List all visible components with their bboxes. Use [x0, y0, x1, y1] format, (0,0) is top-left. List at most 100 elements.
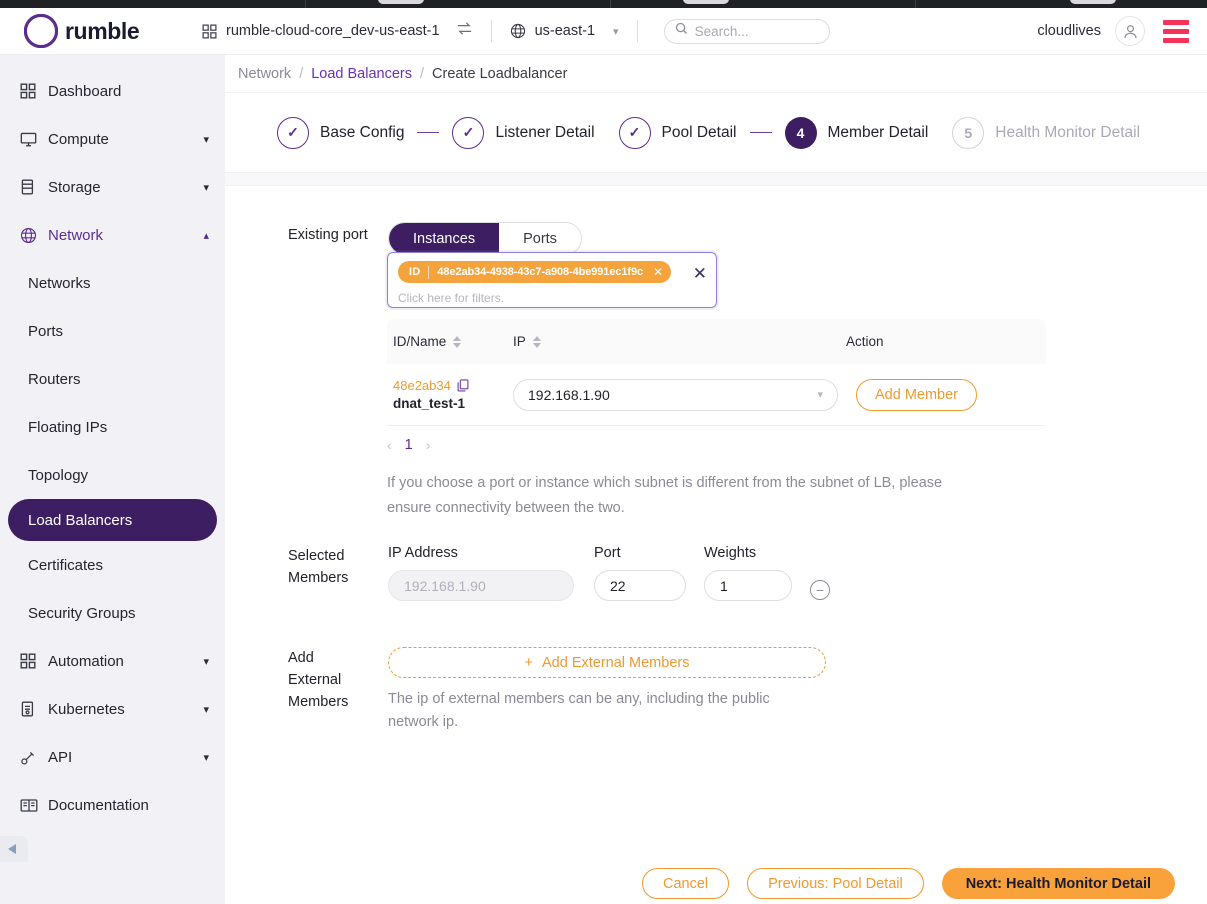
page-number-1[interactable]: 1: [405, 437, 413, 453]
sidebar-item-ports[interactable]: Ports: [0, 307, 225, 355]
chip-close-icon[interactable]: ✕: [653, 265, 663, 279]
step-label: Pool Detail: [661, 123, 737, 141]
sidebar-item-load-balancers[interactable]: Load Balancers: [8, 499, 217, 541]
browser-tab-strip: [0, 0, 1207, 8]
sidebar-item-dashboard[interactable]: Dashboard: [0, 67, 225, 115]
clear-filters-icon[interactable]: ✕: [693, 265, 707, 282]
step-status-icon: ✓: [618, 116, 651, 149]
chevron-up-icon: ▴: [203, 229, 209, 242]
sidebar-item-topology[interactable]: Topology: [0, 451, 225, 499]
subnet-hint-text: If you choose a port or instance which s…: [387, 475, 943, 516]
sidebar-item-network[interactable]: Network ▴: [0, 211, 225, 259]
region-name: us-east-1: [534, 23, 596, 39]
sidebar-collapse-handle[interactable]: [0, 836, 28, 862]
step-health-monitor-detail[interactable]: 5 Health Monitor Detail: [952, 116, 1140, 149]
hamburger-menu-icon[interactable]: [1163, 19, 1189, 43]
port-field[interactable]: [594, 570, 686, 601]
brand-logo[interactable]: rumble: [23, 13, 176, 49]
step-pool-detail[interactable]: ✓ Pool Detail: [618, 116, 737, 149]
breadcrumb: Network / Load Balancers / Create Loadba…: [225, 55, 1207, 93]
chevron-down-icon: ▾: [203, 655, 209, 668]
tab-ports[interactable]: Ports: [499, 223, 581, 254]
step-base-config[interactable]: ✓ Base Config: [277, 116, 405, 149]
sidebar-item-storage[interactable]: Storage ▾: [0, 163, 225, 211]
divider: [490, 20, 492, 42]
chevron-left-icon[interactable]: ‹: [387, 437, 392, 453]
sidebar-item-label: Ports: [28, 322, 64, 340]
column-header-id-name[interactable]: ID/Name: [387, 334, 513, 349]
filter-input-box[interactable]: ID 48e2ab34-4938-43c7-a908-4be991ec1f9c …: [387, 252, 717, 308]
step-member-detail[interactable]: 4 Member Detail: [784, 116, 928, 149]
copy-icon[interactable]: [457, 379, 469, 392]
sidebar-item-networks[interactable]: Networks: [0, 259, 225, 307]
instances-table: ID/Name IP Action 48e2ab34 dnat_test-1 1…: [387, 319, 1046, 426]
sidebar-item-compute[interactable]: Compute ▾: [0, 115, 225, 163]
sidebar-item-certificates[interactable]: Certificates: [0, 541, 225, 589]
search-input[interactable]: Search...: [663, 18, 830, 44]
tab-instances[interactable]: Instances: [389, 223, 500, 254]
previous-step-button[interactable]: Previous: Pool Detail: [747, 868, 924, 899]
selected-members-label: Selected Members: [288, 545, 388, 601]
breadcrumb-root[interactable]: Network: [238, 66, 291, 82]
weights-label: Weights: [704, 545, 757, 561]
region-selector[interactable]: us-east-1 ▾: [510, 23, 619, 39]
brand-name: rumble: [65, 17, 140, 44]
storage-icon: [20, 179, 48, 195]
chevron-right-icon[interactable]: ›: [426, 437, 431, 453]
step-listener-detail[interactable]: ✓ Listener Detail: [452, 116, 595, 149]
sort-toggle-icon[interactable]: [453, 335, 462, 348]
add-external-members-button[interactable]: + Add External Members: [388, 647, 826, 678]
breadcrumb-link-load-balancers[interactable]: Load Balancers: [311, 66, 412, 82]
filter-chip-id: ID 48e2ab34-4938-43c7-a908-4be991ec1f9c …: [398, 261, 672, 283]
existing-port-row: Existing port Instances Ports: [225, 222, 1207, 255]
grid-icon: [202, 23, 217, 39]
add-external-label-line1: Add: [288, 650, 314, 666]
step-label: Base Config: [320, 123, 405, 141]
sidebar-item-api[interactable]: API ▾: [0, 733, 225, 781]
step-status-icon: ✓: [452, 116, 485, 149]
sidebar-item-kubernetes[interactable]: Kubernetes ▾: [0, 685, 225, 733]
source-type-tabs: Instances Ports: [388, 222, 582, 255]
sidebar-item-security-groups[interactable]: Security Groups: [0, 589, 225, 637]
sidebar-item-label: Floating IPs: [28, 418, 108, 436]
cancel-button[interactable]: Cancel: [641, 868, 730, 899]
add-member-button[interactable]: Add Member: [856, 378, 978, 411]
sidebar-item-automation[interactable]: Automation ▾: [0, 637, 225, 685]
add-external-label-line3: Members: [288, 694, 349, 710]
sidebar-item-floating-ips[interactable]: Floating IPs: [0, 403, 225, 451]
globe-icon: [20, 227, 48, 244]
ip-address-label: IP Address: [388, 545, 458, 561]
add-external-members-block: + Add External Members The ip of externa…: [388, 647, 826, 734]
wizard-stepper: ✓ Base Config ✓ Listener Detail ✓ Pool D…: [225, 93, 1207, 172]
sidebar-item-label: Dashboard: [48, 82, 122, 100]
breadcrumb-current: Create Loadbalancer: [432, 65, 568, 82]
user-name[interactable]: cloudlives: [1037, 23, 1101, 39]
next-step-button[interactable]: Next: Health Monitor Detail: [941, 868, 1175, 899]
sidebar-item-label: Compute: [48, 130, 109, 148]
sidebar-item-documentation[interactable]: Documentation: [0, 781, 225, 829]
weights-field[interactable]: [704, 570, 792, 601]
column-header-ip[interactable]: IP: [513, 334, 846, 349]
sidebar-item-routers[interactable]: Routers: [0, 355, 225, 403]
column-label: Action: [846, 334, 884, 349]
minus-circle-icon[interactable]: −: [810, 580, 830, 600]
sidebar-item-label: Networks: [28, 274, 91, 292]
instance-id-link[interactable]: 48e2ab34: [393, 378, 451, 393]
project-selector[interactable]: rumble-cloud-core_dev-us-east-1: [202, 23, 440, 39]
swap-arrows-icon[interactable]: [456, 20, 473, 42]
step-connector: [417, 131, 440, 134]
plus-icon: +: [524, 654, 533, 671]
step-connector: [749, 131, 772, 134]
header-right-group: cloudlives: [1037, 16, 1189, 46]
step-status-icon: ✓: [277, 116, 309, 149]
step-label: Listener Detail: [495, 123, 595, 141]
divider: [636, 20, 638, 42]
ip-select[interactable]: 192.168.1.90 ▾: [513, 378, 838, 411]
search-icon: [675, 22, 688, 40]
column-label: ID/Name: [393, 334, 447, 349]
table-header-row: ID/Name IP Action: [387, 319, 1046, 364]
add-external-hint: The ip of external members can be any, i…: [388, 691, 770, 730]
sort-toggle-icon[interactable]: [532, 335, 541, 348]
user-avatar-icon[interactable]: [1115, 16, 1145, 46]
add-external-members-label-text: Add External Members: [541, 654, 690, 671]
